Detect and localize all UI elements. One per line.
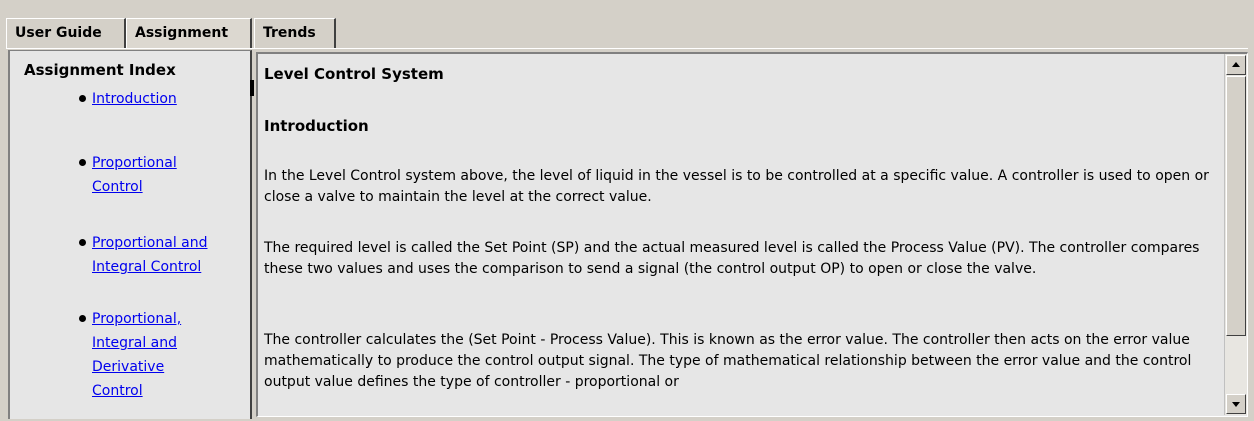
scroll-up-button[interactable]	[1226, 55, 1246, 75]
tab-user-guide[interactable]: User Guide	[6, 18, 126, 48]
tab-bar: User Guide Assignment Trends	[6, 18, 1248, 49]
scroll-down-button[interactable]	[1226, 394, 1246, 414]
bullet-icon	[79, 239, 86, 246]
tab-trends[interactable]: Trends	[254, 18, 336, 48]
list-item: Introduction	[79, 87, 177, 111]
paragraph: In the Level Control system above, the l…	[264, 168, 1209, 205]
bullet-icon	[79, 95, 86, 102]
list-item: Proportional, Integral and Derivative Co…	[79, 307, 181, 403]
arrow-up-icon	[1232, 62, 1240, 67]
scrollbar-thumb[interactable]	[1226, 76, 1246, 336]
tab-assignment[interactable]: Assignment	[126, 18, 252, 48]
link-pid-control[interactable]: Proportional, Integral and Derivative Co…	[92, 311, 181, 399]
vertical-scrollbar[interactable]	[1224, 54, 1247, 415]
list-item: Proportional Control	[79, 151, 177, 199]
splitter-handle[interactable]	[250, 80, 254, 96]
assignment-index-panel: Assignment Index Introduction Proportion…	[8, 50, 252, 419]
section-heading: Introduction	[264, 117, 369, 135]
bullet-icon	[79, 315, 86, 322]
bullet-icon	[79, 159, 86, 166]
link-proportional-control[interactable]: Proportional Control	[92, 155, 177, 195]
paragraph: The required level is called the Set Poi…	[264, 240, 1200, 277]
content-panel: Level Control System Introduction In the…	[256, 52, 1248, 417]
assignment-index-title: Assignment Index	[24, 61, 176, 79]
paragraph: The controller calculates the (Set Point…	[264, 332, 1192, 390]
list-item: Proportional and Integral Control	[79, 231, 208, 279]
link-introduction[interactable]: Introduction	[92, 91, 177, 107]
link-proportional-integral[interactable]: Proportional and Integral Control	[92, 235, 208, 275]
content-title: Level Control System	[264, 65, 444, 83]
app-window: User Guide Assignment Trends Assignment …	[0, 0, 1254, 421]
arrow-down-icon	[1232, 402, 1240, 407]
